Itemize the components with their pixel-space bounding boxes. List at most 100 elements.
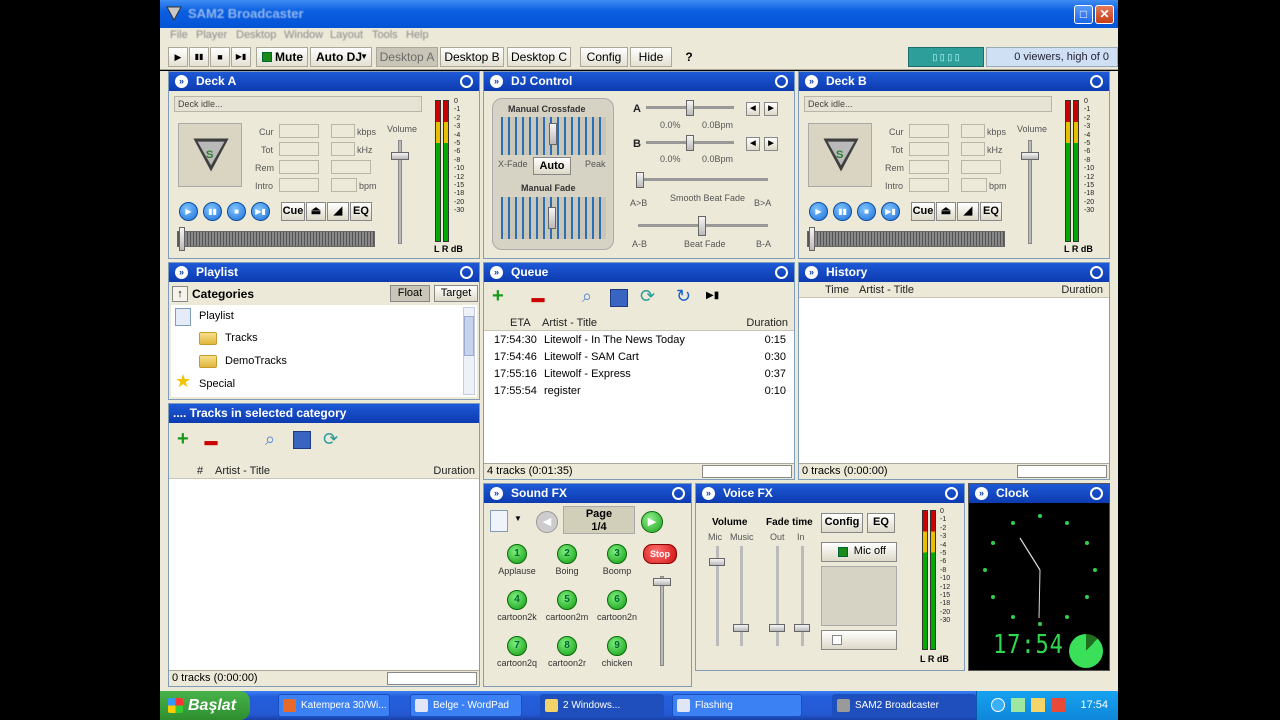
panel-pin-icon[interactable]: [1090, 487, 1103, 500]
deck-b-next-button[interactable]: ▶▮: [881, 202, 900, 221]
panel-pin-icon[interactable]: [1090, 75, 1103, 88]
fx-stop-button[interactable]: Stop: [643, 544, 677, 564]
save-icon[interactable]: [293, 431, 311, 449]
deck-b-pitch-down-button[interactable]: ◀: [746, 137, 760, 151]
skip-icon[interactable]: ▶▮: [706, 290, 719, 301]
panel-pin-icon[interactable]: [672, 487, 685, 500]
deck-a-position-bar[interactable]: [177, 231, 375, 247]
voice-config-button[interactable]: Config: [821, 513, 863, 533]
col-duration[interactable]: Duration: [746, 315, 788, 331]
queue-row[interactable]: 17:54:30 Litewolf - In The News Today 0:…: [490, 332, 786, 349]
panel-pin-icon[interactable]: [1090, 266, 1103, 279]
tab-desktop-a[interactable]: Desktop A: [376, 47, 438, 67]
refresh-icon[interactable]: ⟳: [640, 286, 655, 307]
save-icon[interactable]: [610, 289, 628, 307]
next-button[interactable]: ▶▮: [231, 47, 251, 67]
col-eta[interactable]: ETA: [510, 315, 531, 331]
add-icon[interactable]: +: [177, 428, 189, 451]
fx-pad-7[interactable]: 7: [507, 636, 527, 656]
close-button[interactable]: ✕: [1095, 5, 1114, 24]
col-time[interactable]: Time: [825, 282, 849, 298]
queue-row[interactable]: 17:55:54 register 0:10: [490, 383, 786, 400]
deck-a-pitch-down-button[interactable]: ◀: [746, 102, 760, 116]
menu-window[interactable]: Window: [284, 29, 323, 41]
deck-b-position-handle[interactable]: [809, 227, 815, 251]
config-button[interactable]: Config: [580, 47, 628, 67]
taskbar-item[interactable]: Belge - WordPad: [410, 694, 522, 717]
fx-volume-slider[interactable]: [653, 578, 671, 586]
tree-item-demo-tracks[interactable]: DemoTracks: [225, 355, 287, 367]
deck-b-cue-button[interactable]: Cue: [911, 202, 935, 221]
deck-a-pause-button[interactable]: ▮▮: [203, 202, 222, 221]
deck-a-eject-button[interactable]: ⏏: [306, 202, 326, 221]
deck-a-pitch-slider[interactable]: [686, 100, 694, 116]
deck-a-fade-button[interactable]: ◢: [327, 202, 349, 221]
voice-fx-toggle[interactable]: [821, 630, 897, 650]
deck-b-volume-slider[interactable]: [1021, 152, 1039, 160]
panel-menu-icon[interactable]: »: [175, 266, 188, 279]
crossfade-slider[interactable]: [549, 123, 557, 145]
tray-app-icon[interactable]: [1031, 698, 1045, 712]
fade-in-slider[interactable]: [794, 624, 810, 632]
deck-a-stop-button[interactable]: ■: [227, 202, 246, 221]
deck-b-eject-button[interactable]: ⏏: [936, 202, 956, 221]
mic-toggle-button[interactable]: Mic off: [821, 542, 897, 562]
voice-fx-preset-box[interactable]: [821, 566, 897, 626]
menu-file[interactable]: File: [170, 29, 188, 41]
col-duration[interactable]: Duration: [433, 463, 475, 479]
help-button[interactable]: ?: [678, 47, 700, 67]
panel-pin-icon[interactable]: [775, 75, 788, 88]
play-button[interactable]: ▶: [168, 47, 188, 67]
fx-pad-2[interactable]: 2: [557, 544, 577, 564]
deck-b-fade-button[interactable]: ◢: [957, 202, 979, 221]
document-icon[interactable]: [490, 510, 508, 532]
tree-item-playlist[interactable]: Playlist: [199, 310, 234, 322]
tab-desktop-b[interactable]: Desktop B: [440, 47, 504, 67]
menu-tools[interactable]: Tools: [372, 29, 398, 41]
menu-desktop[interactable]: Desktop: [236, 29, 276, 41]
manual-fade-slider[interactable]: [548, 207, 556, 229]
tray-app-icon[interactable]: [1011, 698, 1025, 712]
up-arrow-icon[interactable]: ↑: [172, 286, 188, 302]
deck-b-pause-button[interactable]: ▮▮: [833, 202, 852, 221]
search-icon[interactable]: ⌕: [265, 429, 275, 450]
stop-button[interactable]: ■: [210, 47, 230, 67]
redo-icon[interactable]: ↻: [676, 286, 691, 307]
col-duration[interactable]: Duration: [1061, 282, 1103, 298]
panel-menu-icon[interactable]: »: [975, 487, 988, 500]
voice-eq-button[interactable]: EQ: [867, 513, 895, 533]
taskbar-item[interactable]: Katempera 30/Wi...: [278, 694, 390, 717]
panel-menu-icon[interactable]: »: [490, 487, 503, 500]
window-titlebar[interactable]: SAM2 Broadcaster □ ✕: [160, 0, 1118, 28]
pause-button[interactable]: ▮▮: [189, 47, 209, 67]
music-volume-slider[interactable]: [733, 624, 749, 632]
col-artist-title[interactable]: Artist - Title: [859, 282, 914, 298]
menu-player[interactable]: Player: [196, 29, 227, 41]
hide-button[interactable]: Hide: [630, 47, 672, 67]
col-number[interactable]: #: [197, 463, 203, 479]
deck-a-play-button[interactable]: ▶: [179, 202, 198, 221]
smooth-beat-fade-slider[interactable]: [636, 172, 644, 188]
taskbar-clock[interactable]: 17:54: [1080, 691, 1108, 720]
network-icon[interactable]: [991, 698, 1005, 712]
panel-pin-icon[interactable]: [775, 266, 788, 279]
deck-a-next-button[interactable]: ▶▮: [251, 202, 270, 221]
refresh-icon[interactable]: ⟳: [323, 429, 338, 450]
fx-pad-5[interactable]: 5: [557, 590, 577, 610]
search-icon[interactable]: ⌕: [582, 286, 592, 307]
panel-menu-icon[interactable]: »: [490, 266, 503, 279]
col-artist-title[interactable]: Artist - Title: [542, 315, 597, 331]
start-button[interactable]: Başlat: [160, 691, 250, 720]
taskbar-item[interactable]: 2 Windows...: [540, 694, 664, 717]
fx-pad-4[interactable]: 4: [507, 590, 527, 610]
float-button[interactable]: Float: [390, 285, 430, 302]
deck-b-pitch-up-button[interactable]: ▶: [764, 137, 778, 151]
beat-fade-slider[interactable]: [698, 216, 706, 236]
fx-pad-1[interactable]: 1: [507, 544, 527, 564]
panel-pin-icon[interactable]: [460, 75, 473, 88]
deck-a-cue-button[interactable]: Cue: [281, 202, 305, 221]
remove-icon[interactable]: ━: [205, 431, 217, 456]
mic-volume-slider[interactable]: [709, 558, 725, 566]
deck-b-pitch-slider[interactable]: [686, 135, 694, 151]
panel-menu-icon[interactable]: »: [702, 487, 715, 500]
